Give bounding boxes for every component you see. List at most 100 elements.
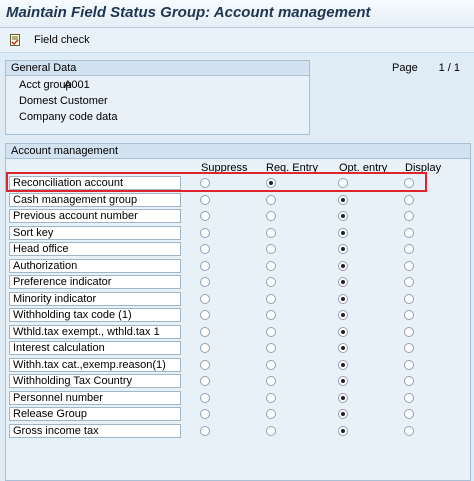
- radio-req-entry[interactable]: [266, 277, 276, 287]
- field-label: Head office: [13, 243, 69, 255]
- pager: Page 1 / 1: [392, 62, 460, 74]
- field-label: Minority indicator: [13, 292, 97, 305]
- radio-display[interactable]: [404, 244, 414, 254]
- radio-suppress[interactable]: [200, 359, 210, 370]
- field-row: Gross income tax: [9, 423, 181, 438]
- radio-req-entry[interactable]: [266, 194, 276, 205]
- radio-suppress[interactable]: [200, 260, 210, 271]
- radio-display[interactable]: [404, 376, 414, 386]
- radio-suppress[interactable]: [200, 293, 210, 304]
- radio-opt-entry[interactable]: [338, 310, 348, 320]
- radio-opt-entry[interactable]: [338, 260, 348, 271]
- radio-display[interactable]: [404, 260, 414, 271]
- field-label: Preference indicator: [13, 276, 112, 288]
- radio-display[interactable]: [404, 343, 414, 353]
- radio-req-entry[interactable]: [266, 425, 276, 436]
- radio-suppress[interactable]: [200, 277, 210, 287]
- field-row: Preference indicator: [9, 275, 181, 289]
- field-label: Withh.tax cat.,exemp.reason(1): [13, 358, 166, 371]
- radio-opt-entry[interactable]: [338, 376, 348, 386]
- field-row: Head office: [9, 242, 181, 256]
- radio-req-entry[interactable]: [266, 310, 276, 320]
- field-row: Withholding tax code (1): [9, 308, 181, 322]
- radio-display[interactable]: [404, 409, 414, 419]
- radio-suppress[interactable]: [200, 227, 210, 238]
- radio-req-entry[interactable]: [266, 227, 276, 238]
- radio-req-entry[interactable]: [266, 211, 276, 221]
- radio-suppress[interactable]: [200, 425, 210, 436]
- general-data-group: General Data Acct group A001 Domest Cust…: [5, 60, 310, 135]
- radio-display[interactable]: [404, 425, 414, 436]
- radio-display[interactable]: [404, 277, 414, 287]
- radio-suppress[interactable]: [200, 392, 210, 403]
- radio-suppress[interactable]: [200, 194, 210, 205]
- radio-req-entry[interactable]: [266, 260, 276, 271]
- field-check-button[interactable]: Field check: [10, 31, 90, 49]
- field-row: Minority indicator: [9, 291, 181, 306]
- field-row: Release Group: [9, 407, 181, 421]
- field-label: Release Group: [13, 408, 87, 420]
- radio-display[interactable]: [404, 392, 414, 403]
- radio-opt-entry[interactable]: [338, 194, 348, 205]
- radio-req-entry[interactable]: [266, 326, 276, 337]
- page-title: Maintain Field Status Group: Account man…: [6, 4, 371, 21]
- radio-opt-entry[interactable]: [338, 227, 348, 238]
- pager-value: 1 / 1: [438, 62, 460, 74]
- radio-opt-entry[interactable]: [338, 211, 348, 221]
- account-management-heading: Account management: [11, 145, 119, 157]
- radio-display[interactable]: [404, 194, 414, 205]
- field-row: Interest calculation: [9, 341, 181, 355]
- field-label: Gross income tax: [13, 424, 99, 437]
- field-label: Sort key: [13, 226, 54, 239]
- radio-display[interactable]: [404, 211, 414, 221]
- radio-opt-entry[interactable]: [338, 343, 348, 353]
- acct-group-line: Acct group A001: [19, 79, 90, 91]
- field-label: Cash management group: [13, 193, 138, 206]
- radio-opt-entry[interactable]: [338, 244, 348, 254]
- pager-label: Page: [392, 62, 418, 74]
- acct-group-value: A001: [64, 79, 90, 91]
- radio-opt-entry[interactable]: [338, 293, 348, 304]
- radio-opt-entry[interactable]: [338, 359, 348, 370]
- radio-suppress[interactable]: [200, 409, 210, 419]
- radio-suppress[interactable]: [200, 310, 210, 320]
- radio-suppress[interactable]: [200, 326, 210, 337]
- radio-req-entry[interactable]: [266, 244, 276, 254]
- field-row: Sort key: [9, 225, 181, 240]
- radio-display[interactable]: [404, 359, 414, 370]
- field-label: Wthld.tax exempt., wthld.tax 1: [13, 325, 160, 338]
- radio-req-entry[interactable]: [266, 392, 276, 403]
- radio-suppress[interactable]: [200, 244, 210, 254]
- field-check-label: Field check: [34, 34, 90, 46]
- field-label: Withholding tax code (1): [13, 309, 132, 321]
- acct-group-description: Domest Customer: [19, 95, 108, 107]
- radio-req-entry[interactable]: [266, 376, 276, 386]
- section-label: Company code data: [19, 111, 118, 123]
- field-row: Authorization: [9, 258, 181, 273]
- field-row: Previous account number: [9, 209, 181, 223]
- radio-display[interactable]: [404, 293, 414, 304]
- radio-suppress[interactable]: [200, 376, 210, 386]
- radio-req-entry[interactable]: [266, 359, 276, 370]
- radio-suppress[interactable]: [200, 211, 210, 221]
- field-label: Withholding Tax Country: [13, 375, 133, 387]
- radio-opt-entry[interactable]: [338, 409, 348, 419]
- field-label: Personnel number: [13, 391, 103, 404]
- radio-opt-entry[interactable]: [338, 425, 348, 436]
- radio-display[interactable]: [404, 326, 414, 337]
- highlight-box: [6, 172, 427, 192]
- radio-display[interactable]: [404, 310, 414, 320]
- radio-req-entry[interactable]: [266, 343, 276, 353]
- radio-req-entry[interactable]: [266, 409, 276, 419]
- radio-req-entry[interactable]: [266, 293, 276, 304]
- radio-opt-entry[interactable]: [338, 277, 348, 287]
- document-check-icon: [10, 34, 20, 46]
- radio-suppress[interactable]: [200, 343, 210, 353]
- field-label: Authorization: [13, 259, 78, 272]
- radio-opt-entry[interactable]: [338, 326, 348, 337]
- title-bar: Maintain Field Status Group: Account man…: [0, 0, 474, 28]
- radio-display[interactable]: [404, 227, 414, 238]
- toolbar: Field check: [0, 28, 474, 53]
- field-row: Personnel number: [9, 390, 181, 405]
- radio-opt-entry[interactable]: [338, 392, 348, 403]
